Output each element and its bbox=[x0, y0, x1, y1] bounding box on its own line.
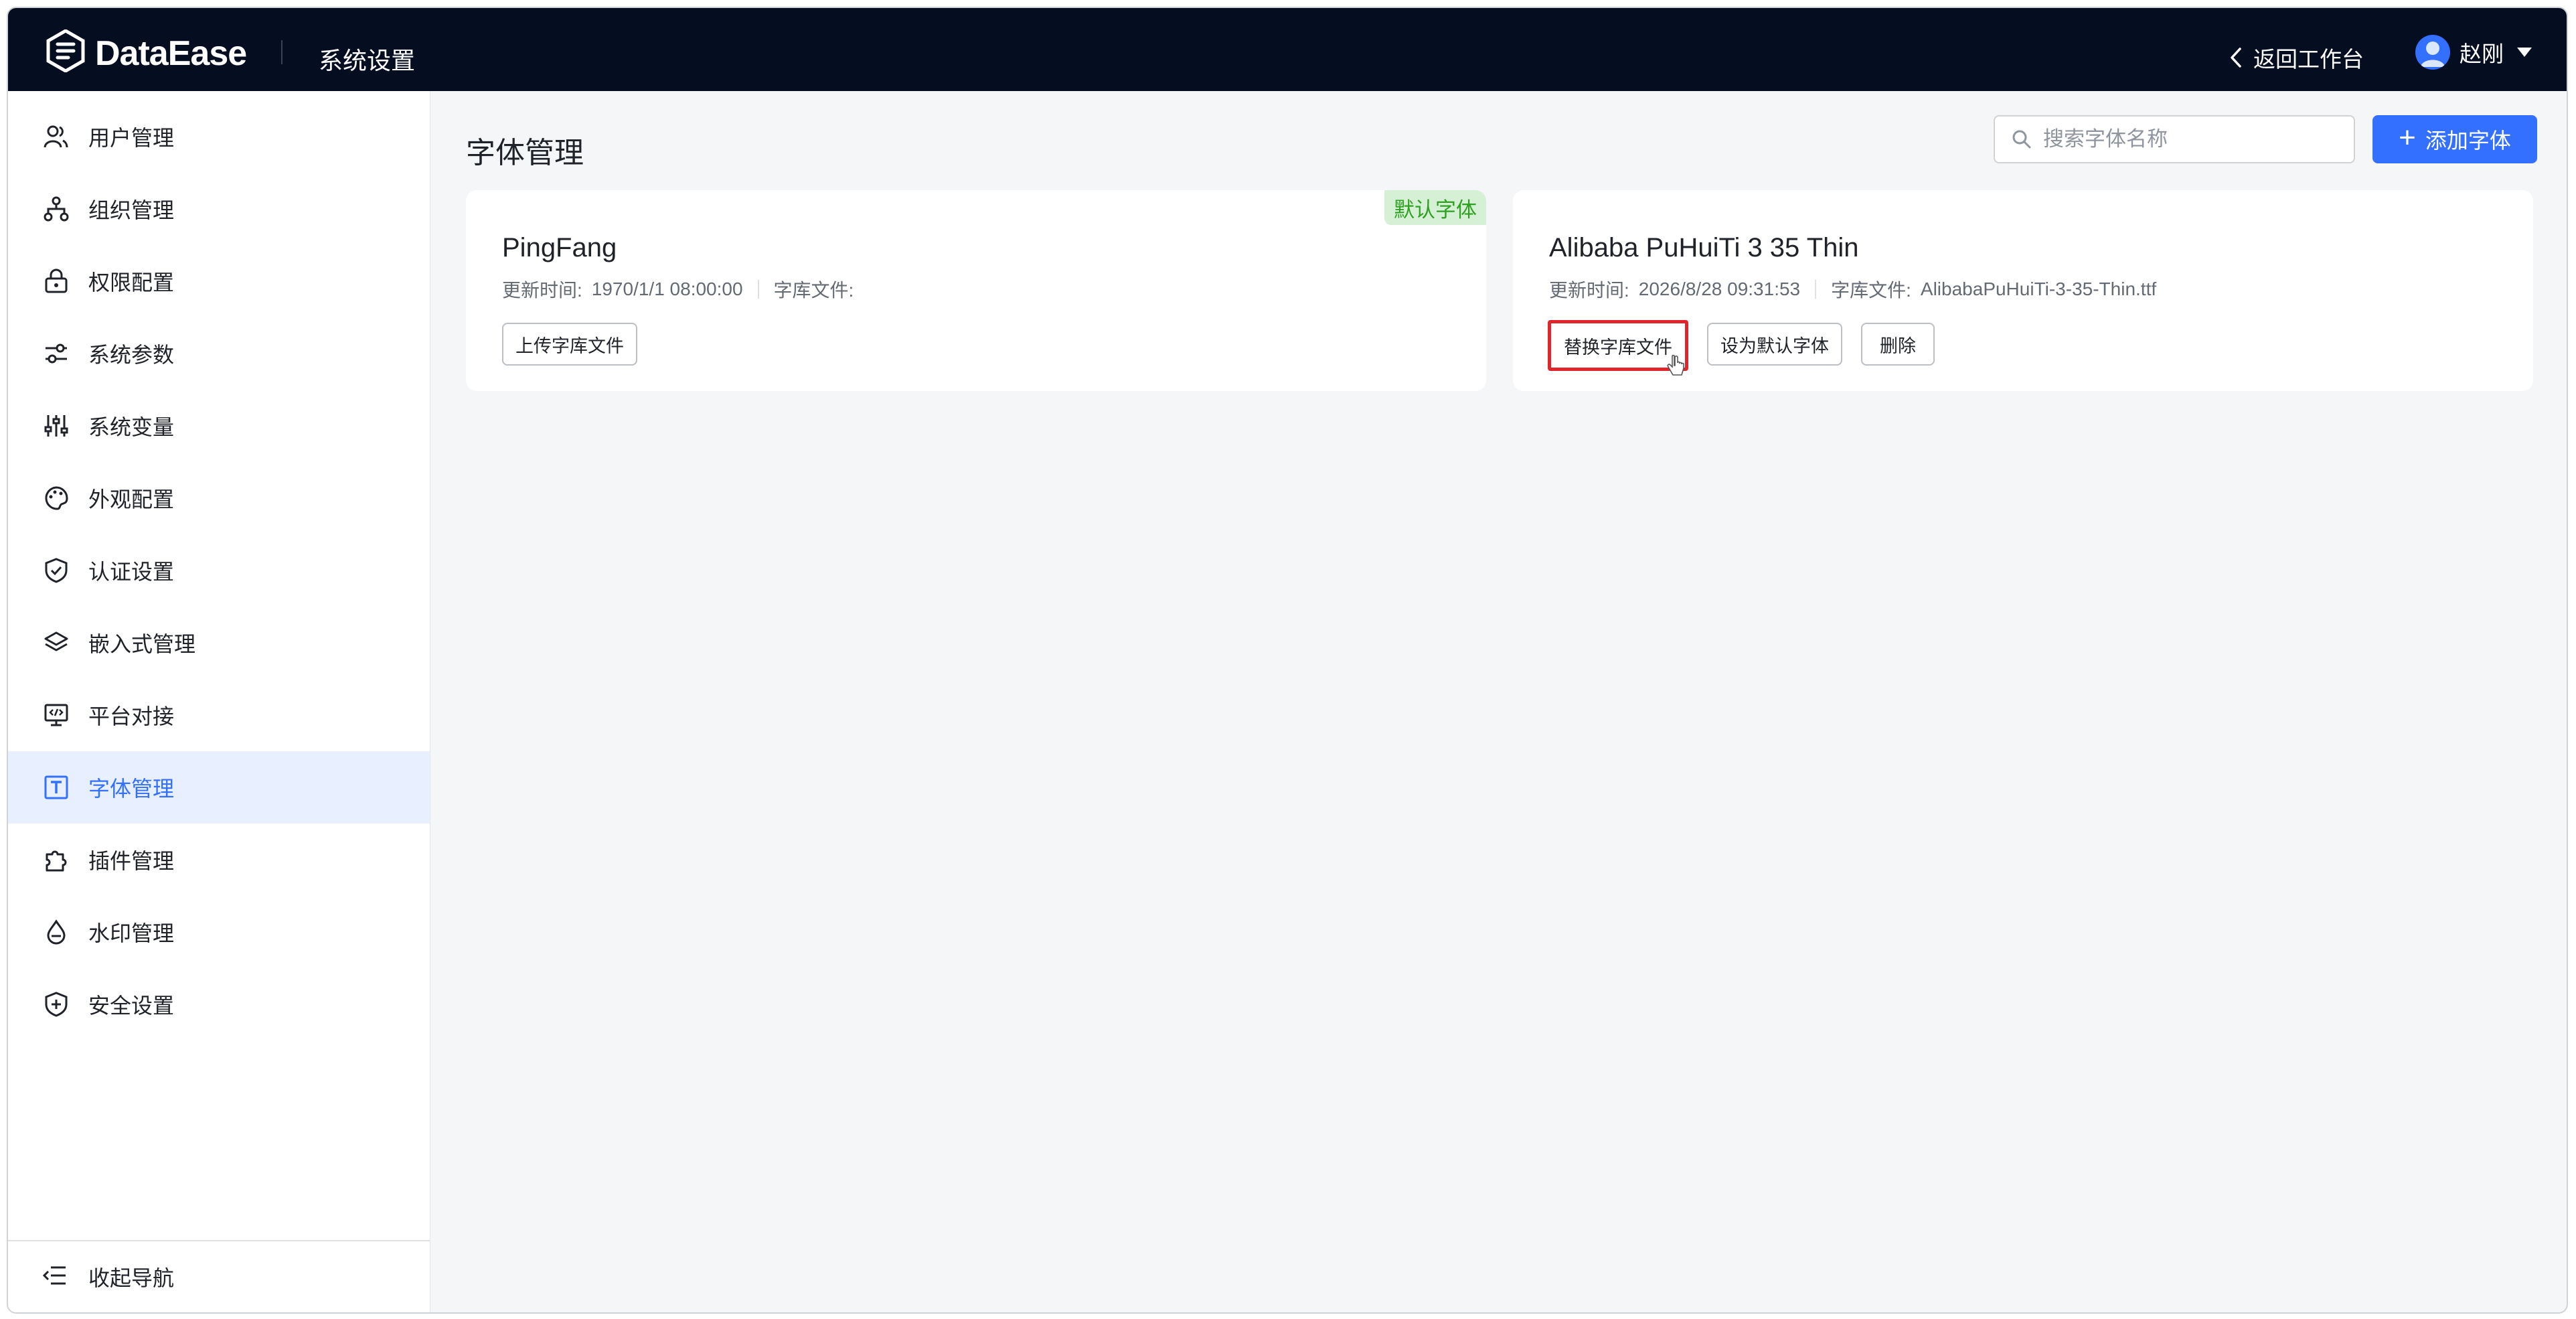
back-label: 返回工作台 bbox=[2253, 47, 2364, 72]
sidebar-item-label: 系统变量 bbox=[88, 415, 175, 439]
sidebar-item-label: 用户管理 bbox=[88, 126, 175, 150]
avatar bbox=[2415, 35, 2450, 70]
meta-divider bbox=[1815, 280, 1817, 299]
sidebar-item-label: 组织管理 bbox=[88, 198, 175, 222]
updated-value: 1970/1/1 08:00:00 bbox=[591, 279, 743, 299]
sliders-icon bbox=[42, 339, 71, 368]
puzzle-icon bbox=[42, 845, 71, 874]
shield-check-icon bbox=[42, 556, 71, 585]
file-value: AlibabaPuHuiTi-3-35-Thin.ttf bbox=[1920, 279, 2157, 299]
users-icon bbox=[42, 122, 71, 151]
add-font-label: 添加字体 bbox=[2425, 129, 2511, 153]
updated-label: 更新时间: bbox=[502, 280, 582, 301]
updated-value: 2026/8/28 09:31:53 bbox=[1638, 279, 1801, 299]
app-window: DataEase 系统设置 返回工作台 赵刚 用户管理 组织管理 权限配置 系统… bbox=[7, 7, 2568, 1314]
sidebar-item-label: 系统参数 bbox=[88, 343, 175, 367]
sidebar-item-label: 平台对接 bbox=[88, 704, 175, 728]
sidebar-item-label: 认证设置 bbox=[88, 560, 175, 584]
sidebar-item-label: 嵌入式管理 bbox=[88, 632, 196, 656]
font-meta: 更新时间: 1970/1/1 08:00:00 字库文件: bbox=[502, 276, 863, 303]
hand-cursor-icon bbox=[1667, 355, 1684, 376]
updated-label: 更新时间: bbox=[1549, 280, 1629, 301]
header-divider bbox=[281, 40, 283, 64]
user-avatar-icon bbox=[2421, 42, 2445, 67]
file-label: 字库文件: bbox=[1831, 280, 1911, 301]
sidebar-item-system-params[interactable]: 系统参数 bbox=[8, 317, 430, 390]
font-name: PingFang bbox=[502, 233, 617, 262]
top-bar: DataEase 系统设置 返回工作台 赵刚 bbox=[8, 8, 2567, 91]
back-to-workbench-link[interactable]: 返回工作台 bbox=[2228, 42, 2364, 74]
sidebar-item-appearance[interactable]: 外观配置 bbox=[8, 462, 430, 534]
sidebar-item-security[interactable]: 安全设置 bbox=[8, 968, 430, 1040]
brand-name: DataEase bbox=[95, 34, 247, 73]
monitor-code-icon bbox=[42, 700, 71, 730]
section-title: 系统设置 bbox=[319, 47, 416, 74]
collapse-nav-label: 收起导航 bbox=[88, 1266, 175, 1290]
user-menu[interactable]: 赵刚 bbox=[2415, 35, 2532, 70]
lock-icon bbox=[42, 266, 71, 296]
sidebar-item-label: 水印管理 bbox=[88, 921, 175, 945]
search-icon bbox=[2012, 130, 2031, 149]
sidebar-item-auth[interactable]: 认证设置 bbox=[8, 534, 430, 607]
sidebar-item-platform[interactable]: 平台对接 bbox=[8, 679, 430, 751]
file-label: 字库文件: bbox=[773, 280, 854, 301]
dataease-logo-icon bbox=[46, 29, 85, 72]
droplet-icon bbox=[42, 917, 71, 947]
sidebar-item-users[interactable]: 用户管理 bbox=[8, 100, 430, 173]
collapse-nav-button[interactable]: 收起导航 bbox=[8, 1240, 430, 1312]
font-card-pingfang: 默认字体 PingFang 更新时间: 1970/1/1 08:00:00 字库… bbox=[466, 190, 1486, 391]
font-icon bbox=[42, 773, 71, 802]
search-box bbox=[1994, 115, 2355, 163]
set-default-font-button[interactable]: 设为默认字体 bbox=[1707, 323, 1842, 366]
sidebar-item-fonts[interactable]: 字体管理 bbox=[8, 751, 430, 824]
sidebar-item-label: 权限配置 bbox=[88, 270, 175, 295]
sidebar-item-label: 外观配置 bbox=[88, 487, 175, 512]
caret-down-icon bbox=[2517, 48, 2532, 57]
variables-icon bbox=[42, 411, 71, 441]
plus-icon: + bbox=[2399, 121, 2416, 154]
sidebar-item-org[interactable]: 组织管理 bbox=[8, 173, 430, 245]
palette-icon bbox=[42, 483, 71, 513]
sidebar-item-embedded[interactable]: 嵌入式管理 bbox=[8, 607, 430, 679]
upload-font-file-button[interactable]: 上传字库文件 bbox=[502, 323, 637, 366]
sidebar-item-label: 字体管理 bbox=[88, 777, 175, 801]
chevron-left-icon bbox=[2231, 48, 2241, 68]
font-meta: 更新时间: 2026/8/28 09:31:53 字库文件: AlibabaPu… bbox=[1549, 276, 2156, 303]
font-name: Alibaba PuHuiTi 3 35 Thin bbox=[1549, 233, 1859, 262]
sidebar-item-label: 插件管理 bbox=[88, 849, 175, 873]
sidebar-item-plugins[interactable]: 插件管理 bbox=[8, 824, 430, 896]
collapse-menu-icon bbox=[42, 1262, 71, 1292]
layers-icon bbox=[42, 628, 71, 657]
meta-divider bbox=[757, 280, 759, 299]
default-font-badge: 默认字体 bbox=[1384, 190, 1486, 225]
sidebar: 用户管理 组织管理 权限配置 系统参数 系统变量 外观配置 认证设置 嵌入式管理… bbox=[8, 91, 430, 1312]
sidebar-item-permissions[interactable]: 权限配置 bbox=[8, 245, 430, 317]
sidebar-item-system-variables[interactable]: 系统变量 bbox=[8, 390, 430, 462]
add-font-button[interactable]: + 添加字体 bbox=[2372, 115, 2537, 163]
sidebar-item-label: 安全设置 bbox=[88, 994, 175, 1018]
user-name: 赵刚 bbox=[2460, 42, 2504, 66]
shield-plus-icon bbox=[42, 990, 71, 1019]
sidebar-item-watermark[interactable]: 水印管理 bbox=[8, 896, 430, 968]
page-title: 字体管理 bbox=[466, 137, 584, 169]
search-input[interactable] bbox=[2042, 127, 2339, 152]
delete-font-button[interactable]: 删除 bbox=[1861, 323, 1935, 366]
org-tree-icon bbox=[42, 194, 71, 224]
